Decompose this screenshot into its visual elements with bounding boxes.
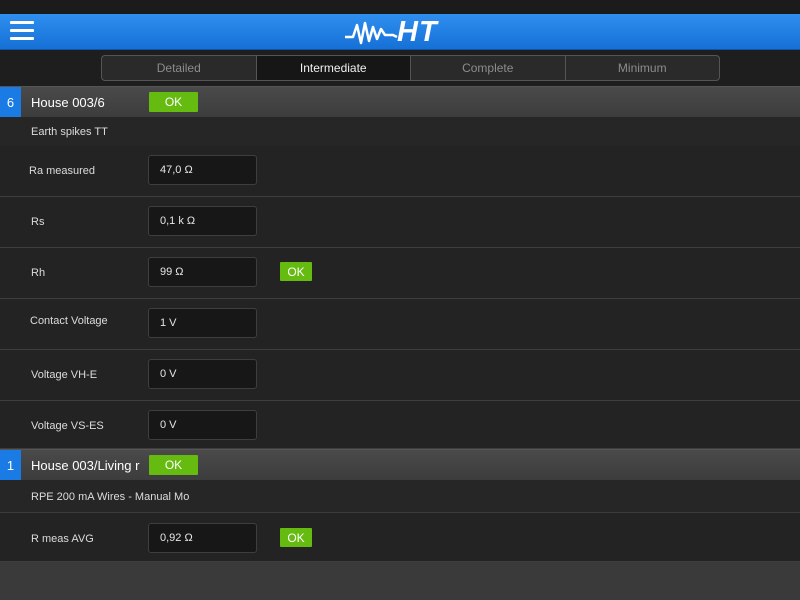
view-mode-bar: Detailed Intermediate Complete Minimum [0, 50, 800, 86]
test-type-label: RPE 200 mA Wires - Manual Mo [31, 491, 190, 503]
view-mode-tabs: Detailed Intermediate Complete Minimum [101, 55, 720, 81]
app-logo: HT [345, 16, 460, 48]
test-type-label: Earth spikes TT [31, 126, 108, 138]
status-strip [0, 0, 800, 14]
measurement-label: Ra measured [29, 165, 96, 177]
app-bar: HT [0, 14, 800, 50]
measurement-row: R meas AVG 0,92 Ω OK [0, 513, 800, 562]
test-section-header[interactable]: 1 House 003/Living r OK [0, 449, 800, 481]
measurement-label: Contact Voltage [30, 315, 108, 327]
section-number-badge: 6 [0, 87, 21, 118]
status-badge: OK [280, 262, 312, 281]
measurement-value-field[interactable]: 47,0 Ω [148, 155, 257, 185]
tab-complete[interactable]: Complete [411, 56, 566, 80]
tab-minimum[interactable]: Minimum [566, 56, 720, 80]
measurement-value-field[interactable]: 0,92 Ω [148, 523, 257, 553]
measurement-row: Voltage VS-ES 0 V [0, 401, 800, 449]
status-badge: OK [149, 455, 198, 475]
logo-text: HT [397, 16, 438, 48]
tab-detailed[interactable]: Detailed [102, 56, 257, 80]
test-section-header[interactable]: 6 House 003/6 OK [0, 86, 800, 118]
measurement-row: Voltage VH-E 0 V [0, 350, 800, 401]
status-badge: OK [149, 92, 198, 112]
hamburger-icon[interactable] [10, 21, 34, 43]
measurement-label: Voltage VH-E [31, 369, 98, 381]
measurement-row: Contact Voltage 1 V [0, 299, 800, 350]
measurement-label: Rh [31, 267, 46, 279]
measurement-label: Voltage VS-ES [31, 420, 104, 432]
measurement-label: Rs [31, 216, 45, 228]
measurement-row: Ra measured 47,0 Ω [0, 146, 800, 197]
measurement-row: Rs 0,1 k Ω [0, 197, 800, 248]
bottom-bar [0, 562, 800, 600]
waveform-icon [345, 21, 398, 45]
section-title: House 003/6 [31, 95, 105, 110]
section-title: House 003/Living r [31, 458, 140, 473]
section-number-badge: 1 [0, 450, 21, 481]
section-subtitle-row: RPE 200 mA Wires - Manual Mo [0, 480, 800, 513]
measurement-value-field[interactable]: 99 Ω [148, 257, 257, 287]
tab-intermediate[interactable]: Intermediate [256, 56, 411, 80]
measurement-value-field[interactable]: 0 V [148, 410, 257, 440]
status-badge: OK [280, 528, 312, 547]
measurement-value-field[interactable]: 0 V [148, 359, 257, 389]
measurement-label: R meas AVG [31, 533, 94, 545]
measurement-value-field[interactable]: 0,1 k Ω [148, 206, 257, 236]
measurement-row: Rh 99 Ω OK [0, 248, 800, 299]
measurement-value-field[interactable]: 1 V [148, 308, 257, 338]
section-subtitle-row: Earth spikes TT [0, 117, 800, 147]
